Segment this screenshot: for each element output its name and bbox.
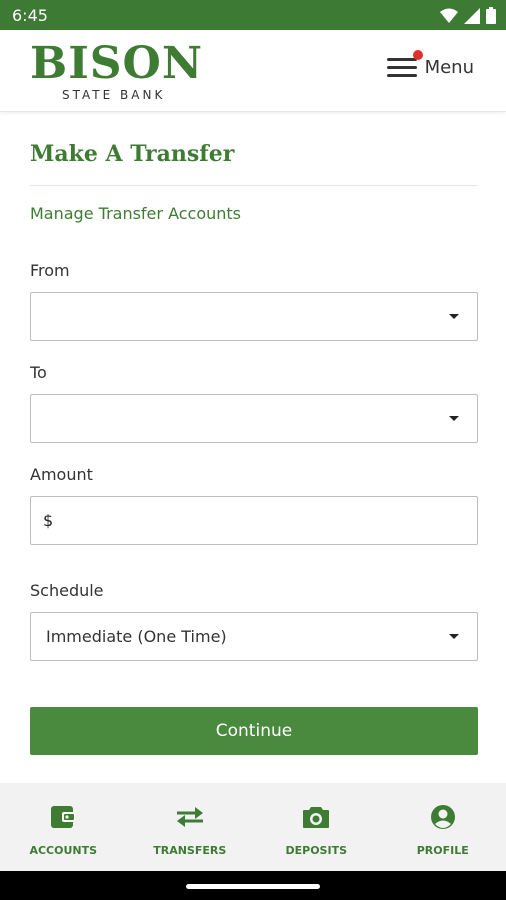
dropdown-arrow-icon <box>449 634 459 639</box>
manage-transfer-accounts-link[interactable]: Manage Transfer Accounts <box>30 204 478 223</box>
from-label: From <box>30 261 70 280</box>
from-select[interactable] <box>30 292 478 341</box>
title-divider <box>30 185 478 186</box>
wifi-icon <box>440 8 458 23</box>
nav-label: PROFILE <box>416 844 469 857</box>
nav-profile[interactable]: PROFILE <box>380 783 506 871</box>
app-header: BISON STATE BANK Menu <box>0 30 506 112</box>
status-icons <box>440 7 496 24</box>
logo-subtitle: STATE BANK <box>62 88 166 102</box>
dropdown-arrow-icon <box>449 416 459 421</box>
hamburger-icon <box>386 50 423 78</box>
page-title: Make A Transfer <box>30 141 235 167</box>
dropdown-arrow-icon <box>449 314 459 319</box>
amount-label: Amount <box>30 465 93 484</box>
bottom-nav: ACCOUNTS TRANSFERS DEPOSITS PROFILE <box>0 783 506 871</box>
nav-label: DEPOSITS <box>285 844 348 857</box>
nav-deposits[interactable]: DEPOSITS <box>253 783 380 871</box>
continue-button[interactable]: Continue <box>30 707 478 755</box>
nav-label: ACCOUNTS <box>29 844 98 857</box>
logo-wordmark: BISON <box>30 38 204 89</box>
amount-input[interactable]: $ <box>30 496 478 545</box>
to-label: To <box>30 363 47 382</box>
schedule-value: Immediate (One Time) <box>46 627 227 646</box>
camera-icon <box>302 800 330 834</box>
status-bar: 6:45 <box>0 0 506 30</box>
schedule-label: Schedule <box>30 581 104 600</box>
system-nav-bar <box>0 871 506 900</box>
battery-icon <box>486 7 496 24</box>
bank-logo[interactable]: BISON STATE BANK <box>30 38 204 103</box>
nav-accounts[interactable]: ACCOUNTS <box>0 783 127 871</box>
to-select[interactable] <box>30 394 478 443</box>
nav-transfers[interactable]: TRANSFERS <box>127 783 254 871</box>
home-gesture-handle[interactable] <box>186 884 320 889</box>
notification-dot <box>412 50 423 60</box>
status-time: 6:45 <box>12 6 48 25</box>
nav-label: TRANSFERS <box>153 844 227 857</box>
schedule-select[interactable]: Immediate (One Time) <box>30 612 478 661</box>
currency-prefix: $ <box>43 511 54 530</box>
transfer-form: Make A Transfer Manage Transfer Accounts… <box>30 111 478 661</box>
menu-label: Menu <box>424 56 474 78</box>
swap-arrows-icon <box>175 800 205 834</box>
account-circle-icon <box>430 800 456 834</box>
cell-signal-icon <box>464 7 480 24</box>
menu-button[interactable]: Menu <box>386 50 474 78</box>
wallet-icon <box>50 800 76 834</box>
